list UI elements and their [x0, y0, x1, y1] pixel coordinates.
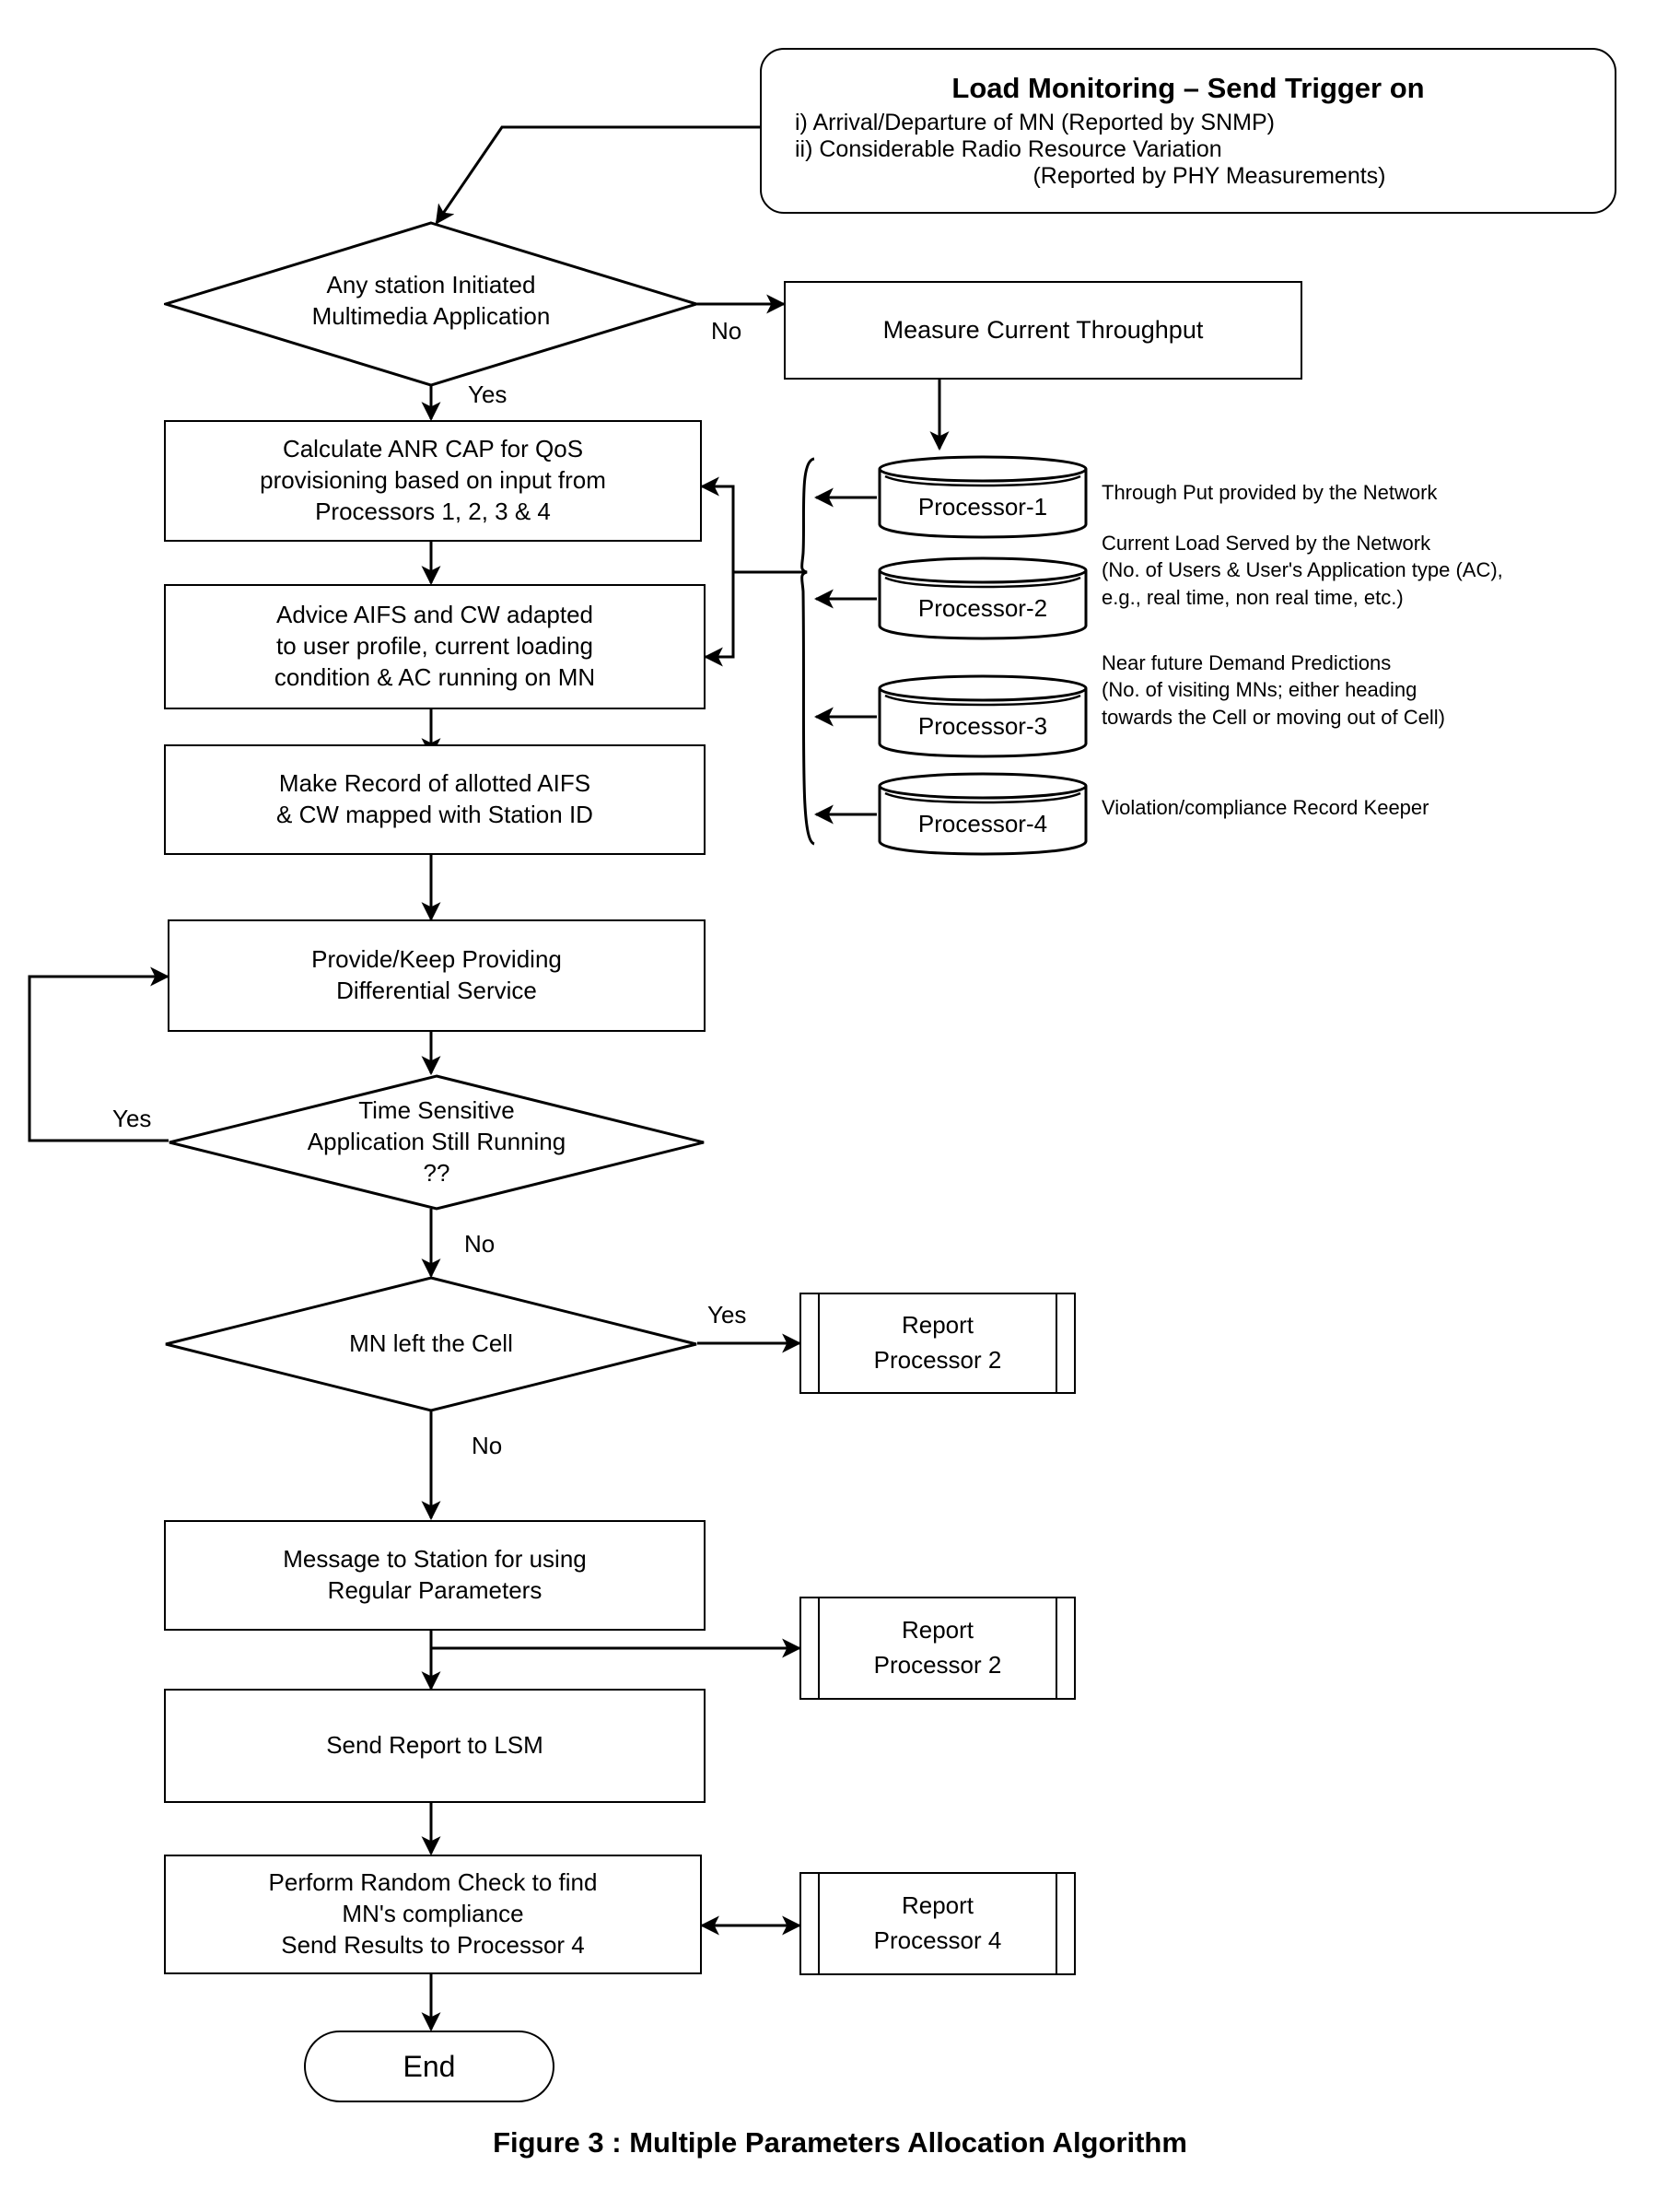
decision-time-sensitive-line-3: ??: [423, 1158, 450, 1187]
process-advice-aifs-cw: Advice AIFS and CW adapted to user profi…: [164, 584, 706, 709]
decision-mn-left-cell: MN left the Cell: [164, 1276, 698, 1412]
advice-aifs-line-1: Advice AIFS and CW adapted: [276, 601, 593, 629]
flowchart-figure: Load Monitoring – Send Trigger on i) Arr…: [0, 0, 1680, 2212]
header-line-2: ii) Considerable Radio Resource Variatio…: [795, 136, 1222, 162]
decision-time-sensitive-running: Time Sensitive Application Still Running…: [168, 1074, 706, 1211]
advice-aifs-line-3: condition & AC running on MN: [274, 662, 596, 691]
process-perform-random-check: Perform Random Check to find MN's compli…: [164, 1855, 702, 1974]
decision-time-sensitive-yes-label: Yes: [112, 1105, 152, 1132]
advice-aifs-line-2: to user profile, current loading: [276, 632, 593, 661]
process-provide-differential-service: Provide/Keep Providing Differential Serv…: [168, 919, 706, 1032]
make-record-line-2: & CW mapped with Station ID: [276, 801, 593, 828]
predef-left-bar-b: [818, 1598, 820, 1698]
load-monitoring-header: Load Monitoring – Send Trigger on i) Arr…: [760, 48, 1616, 214]
header-title: Load Monitoring – Send Trigger on: [951, 72, 1425, 104]
process-make-record: Make Record of allotted AIFS & CW mapped…: [164, 744, 706, 855]
figure-caption: Figure 3 : Multiple Parameters Allocatio…: [493, 2126, 1187, 2159]
terminator-end: End: [304, 2031, 554, 2102]
decision-mn-left-cell-text: MN left the Cell: [349, 1329, 513, 1358]
predef-right-bar-c: [1056, 1874, 1057, 1973]
message-station-line-1: Message to Station for using: [283, 1545, 587, 1574]
processor-1-description: Through Put provided by the Network: [1102, 481, 1438, 504]
processor-1-name: Processor-1: [917, 492, 1048, 521]
report-processor-2-a-line-2: Processor 2: [873, 1346, 1002, 1374]
processor-4-name: Processor-4: [917, 809, 1048, 837]
process-send-report-to-lsm: Send Report to LSM: [164, 1689, 706, 1803]
decision-time-sensitive-no-label: No: [464, 1230, 496, 1258]
processor-2-name: Processor-2: [917, 593, 1048, 622]
header-line-1: i) Arrival/Departure of MN (Reported by …: [795, 110, 1275, 135]
calculate-anr-line-3: Processors 1, 2, 3 & 4: [315, 497, 551, 525]
process-measure-current-throughput: Measure Current Throughput: [784, 281, 1302, 380]
processor-4-cylinder: Processor-4: [877, 771, 1089, 856]
random-check-line-2: MN's compliance: [342, 1900, 524, 1928]
processor-3-name: Processor-3: [917, 711, 1048, 740]
measure-throughput-text: Measure Current Throughput: [882, 315, 1204, 344]
predef-right-bar-a: [1056, 1294, 1057, 1392]
processor-1-cylinder: Processor-1: [877, 454, 1089, 539]
header-line-3: (Reported by PHY Measurements): [1032, 163, 1386, 189]
predefined-report-processor-4: Report Processor 4: [799, 1872, 1076, 1975]
report-processor-4-line-1: Report: [901, 1891, 974, 1920]
predefined-report-processor-2-a: Report Processor 2: [799, 1293, 1076, 1394]
decision-time-sensitive-line-2: Application Still Running: [307, 1128, 566, 1156]
processor-3-description: Near future Demand Predictions (No. of v…: [1102, 651, 1445, 729]
random-check-line-1: Perform Random Check to find: [268, 1868, 598, 1897]
decision-multimedia-application: Any station Initiated Multimedia Applica…: [164, 221, 698, 387]
predefined-report-processor-2-b: Report Processor 2: [799, 1597, 1076, 1700]
decision-multimedia-yes-label: Yes: [468, 380, 508, 408]
processor-3-cylinder: Processor-3: [877, 673, 1089, 758]
provide-service-line-1: Provide/Keep Providing: [311, 945, 562, 974]
decision-multimedia-no-label: No: [711, 317, 742, 345]
send-report-lsm-text: Send Report to LSM: [326, 1731, 543, 1760]
decision-multimedia-line-1: Any station Initiated: [326, 271, 536, 299]
report-processor-4-line-2: Processor 4: [873, 1926, 1002, 1954]
terminator-end-text: End: [402, 2049, 456, 2083]
predef-left-bar-a: [818, 1294, 820, 1392]
predef-left-bar-c: [818, 1874, 820, 1973]
decision-multimedia-line-2: Multimedia Application: [311, 302, 551, 330]
report-processor-2-b-line-1: Report: [901, 1616, 974, 1644]
decision-mn-left-yes-label: Yes: [707, 1301, 747, 1328]
calculate-anr-line-2: provisioning based on input from: [260, 466, 606, 495]
decision-time-sensitive-line-1: Time Sensitive: [358, 1096, 515, 1125]
process-calculate-anr-cap: Calculate ANR CAP for QoS provisioning b…: [164, 420, 702, 542]
provide-service-line-2: Differential Service: [336, 977, 537, 1004]
report-processor-2-b-line-2: Processor 2: [873, 1651, 1002, 1679]
calculate-anr-line-1: Calculate ANR CAP for QoS: [282, 435, 584, 463]
report-processor-2-a-line-1: Report: [901, 1311, 974, 1340]
processor-4-description: Violation/compliance Record Keeper: [1102, 796, 1429, 819]
make-record-line-1: Make Record of allotted AIFS: [278, 769, 591, 798]
random-check-line-3: Send Results to Processor 4: [281, 1930, 585, 1959]
process-message-to-station: Message to Station for using Regular Par…: [164, 1520, 706, 1631]
predef-right-bar-b: [1056, 1598, 1057, 1698]
processor-2-description: Current Load Served by the Network (No. …: [1102, 532, 1503, 609]
message-station-line-2: Regular Parameters: [327, 1576, 542, 1604]
processor-2-cylinder: Processor-2: [877, 556, 1089, 640]
decision-mn-left-no-label: No: [472, 1432, 503, 1459]
